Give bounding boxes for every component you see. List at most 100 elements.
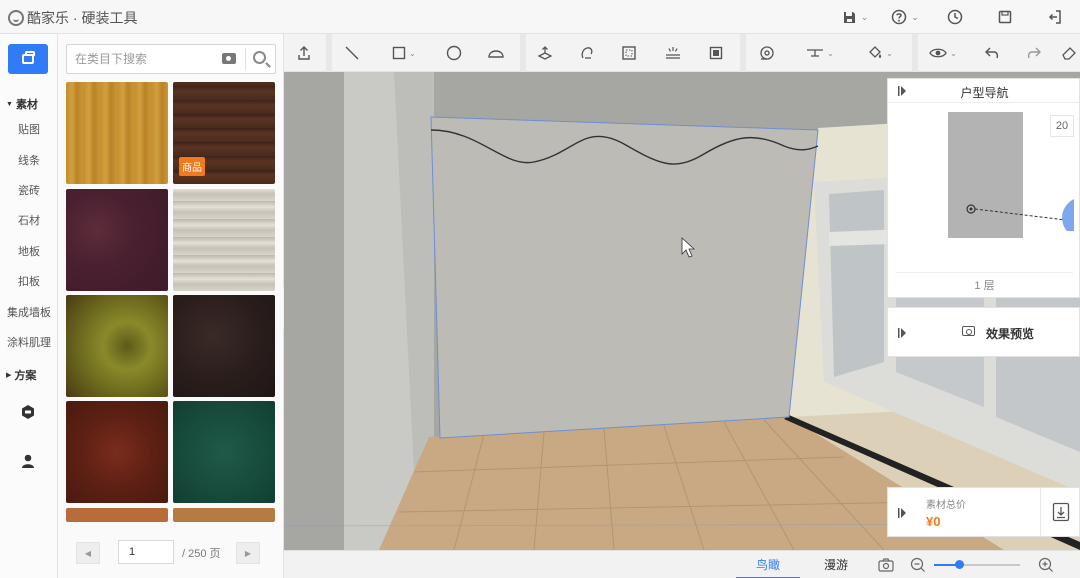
rectangle-tool-button[interactable]: ⌄	[378, 34, 430, 72]
material-tile[interactable]	[66, 401, 168, 503]
line-icon	[345, 46, 359, 60]
view-mode-button[interactable]: ⌄	[918, 34, 968, 72]
camera-position-marker[interactable]	[958, 197, 1078, 239]
eye-icon	[929, 48, 947, 58]
undo-button[interactable]	[972, 34, 1012, 72]
material-library-button[interactable]	[8, 44, 48, 74]
undo-icon	[985, 47, 999, 59]
paint-tool-button[interactable]: ⌄	[852, 34, 908, 72]
sidebar-item-stone[interactable]: 石材	[0, 212, 58, 228]
sidebar-item-moulding[interactable]: 线条	[0, 152, 58, 168]
extrude-tool-button[interactable]	[526, 34, 564, 72]
rotate-tool-button[interactable]	[568, 34, 606, 72]
circle-tool-button[interactable]	[434, 34, 474, 72]
user-icon[interactable]	[20, 453, 36, 469]
extrude-icon	[537, 46, 553, 60]
material-tile[interactable]	[173, 508, 275, 522]
align-tool-button[interactable]: ⌄	[792, 34, 848, 72]
save-button[interactable]	[980, 0, 1030, 34]
light-tool-button[interactable]	[654, 34, 692, 72]
sidebar-item-texture[interactable]: 贴图	[0, 121, 58, 137]
eraser-button[interactable]	[1058, 34, 1080, 72]
upload-button[interactable]	[284, 34, 324, 72]
search-input[interactable]	[67, 45, 217, 73]
measure-tool-button[interactable]	[746, 34, 788, 72]
chevron-down-icon: ⌄	[911, 11, 919, 22]
screenshot-icon[interactable]	[878, 558, 894, 572]
zoom-in-icon[interactable]	[1038, 557, 1054, 573]
sidebar-item-ceiling-panel[interactable]: 扣板	[0, 273, 58, 289]
caret-right-icon: ▶	[6, 372, 12, 379]
camera-icon	[962, 326, 975, 336]
nav-panel-divider	[896, 272, 1073, 273]
chevron-down-icon: ⌄	[827, 48, 834, 58]
nav-section-plan[interactable]: ▶ 方案	[6, 367, 36, 383]
material-tile[interactable]	[173, 401, 275, 503]
floppy-icon	[998, 10, 1012, 24]
sidebar-item-floor[interactable]: 地板	[0, 243, 58, 259]
top-bar: 酷家乐 · 硬装工具 ⌄ ⌄	[0, 0, 1080, 34]
nav-panel-header: 户型导航	[888, 79, 1080, 103]
floor-height-badge[interactable]: 20	[1050, 115, 1074, 137]
tool-toolbar: ⌄ ⌄ ⌄ ⌄	[284, 34, 1080, 72]
prev-page-button[interactable]: ◀	[76, 542, 100, 564]
exit-button[interactable]	[1030, 0, 1080, 34]
redo-icon	[1027, 47, 1041, 59]
sidebar-item-wall-panel[interactable]: 集成墙板	[0, 304, 58, 320]
align-icon	[807, 49, 824, 57]
floorplan-nav-panel: 户型导航 20 1 层	[887, 78, 1080, 298]
zoom-slider-handle[interactable]	[955, 560, 965, 569]
kujiale-logo-icon	[8, 10, 24, 26]
hexagon-icon[interactable]	[20, 404, 36, 420]
search-icon[interactable]	[253, 51, 266, 64]
circle-icon	[446, 45, 462, 61]
help-menu-button[interactable]: ⌄	[880, 0, 930, 34]
pagination: ◀ 1 / 250 页 ▶	[58, 534, 284, 578]
caret-down-icon: ▼	[6, 100, 13, 108]
save-icon	[843, 11, 855, 23]
select-region-icon	[622, 46, 636, 60]
material-tile[interactable]: 商品	[173, 82, 275, 184]
chevron-down-icon: ⌄	[409, 48, 416, 58]
line-tool-button[interactable]	[332, 34, 372, 72]
nav-section-material[interactable]: ▼ 素材	[6, 96, 38, 112]
page-number-input[interactable]: 1	[118, 540, 174, 564]
panel-expand-icon[interactable]	[898, 328, 906, 338]
arc-icon	[488, 50, 504, 58]
zoom-slider[interactable]	[934, 560, 1020, 569]
save-menu-button[interactable]: ⌄	[830, 0, 880, 34]
bottom-bar: 鸟瞰 漫游	[284, 550, 1080, 578]
sidebar-item-paint[interactable]: 涂料肌理	[0, 334, 58, 350]
material-tile[interactable]	[66, 508, 168, 522]
redo-button[interactable]	[1014, 34, 1054, 72]
effect-preview-label: 效果预览	[986, 327, 1035, 341]
effect-preview-panel[interactable]: 效果预览	[887, 307, 1080, 357]
arc-tool-button[interactable]	[476, 34, 516, 72]
download-icon	[1052, 502, 1070, 522]
history-button[interactable]	[930, 0, 980, 34]
material-tile[interactable]	[66, 189, 168, 291]
download-list-button[interactable]	[1040, 488, 1080, 536]
panel-expand-icon[interactable]	[898, 508, 906, 518]
chevron-down-icon: ⌄	[860, 11, 869, 22]
next-page-button[interactable]: ▶	[236, 542, 260, 564]
material-tile[interactable]	[173, 295, 275, 397]
clock-icon	[947, 9, 963, 25]
search-divider	[245, 48, 246, 70]
material-tile[interactable]	[173, 189, 275, 291]
tab-aerial-view[interactable]: 鸟瞰	[736, 551, 800, 578]
panel-tool-button[interactable]	[696, 34, 736, 72]
sidebar-item-tile[interactable]: 瓷砖	[0, 182, 58, 198]
floor-label[interactable]: 1 层	[888, 277, 1080, 293]
material-tile[interactable]	[66, 82, 168, 184]
tab-roam-view[interactable]: 漫游	[804, 551, 868, 578]
exit-icon	[1048, 10, 1061, 24]
measure-icon	[760, 46, 774, 60]
material-tile[interactable]	[66, 295, 168, 397]
camera-icon[interactable]	[222, 53, 236, 64]
zoom-out-icon[interactable]	[910, 557, 926, 573]
help-icon	[891, 9, 907, 25]
select-region-button[interactable]	[610, 34, 648, 72]
product-badge: 商品	[179, 157, 205, 176]
nav-panel-title: 户型导航	[960, 86, 1009, 100]
